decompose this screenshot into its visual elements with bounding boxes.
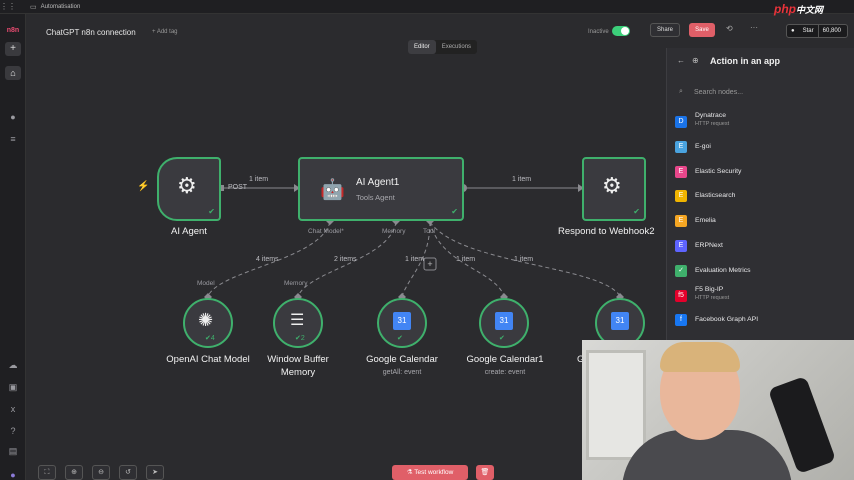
- webcam-overlay: [582, 340, 854, 480]
- app-name: Evaluation Metrics: [695, 266, 751, 274]
- success-check-icon: ✔: [499, 335, 505, 342]
- port-label-post: POST: [228, 184, 248, 191]
- zoom-in-button[interactable]: ⊕: [65, 465, 83, 480]
- success-check-icon: ✔: [451, 207, 458, 216]
- run-count-value: 2: [300, 335, 305, 342]
- app-icon: D: [675, 116, 687, 128]
- app-name: Dynatrace: [695, 112, 726, 119]
- watermark-logo: php中文网: [774, 2, 824, 16]
- app-icon: ✓: [675, 264, 687, 277]
- success-check-icon: ✔: [633, 207, 640, 216]
- app-icon: E: [675, 165, 687, 178]
- webhook-trigger-node[interactable]: ⚙ ✔: [157, 157, 221, 221]
- port-label-memory: Memory: [382, 228, 406, 235]
- run-count-value: 4: [210, 335, 215, 342]
- google-calendar-node[interactable]: 31 ✔: [377, 298, 427, 348]
- app-name: F5 Big-IP: [695, 285, 724, 293]
- app-name: Elasticsearch: [695, 192, 736, 200]
- edge-label: 1 item: [249, 176, 269, 183]
- app-icon: f5: [675, 289, 687, 302]
- app-icon: E: [675, 140, 687, 153]
- fit-view-button[interactable]: ⛶: [38, 465, 56, 480]
- edge-label: 1 item: [456, 256, 476, 263]
- database-icon: ☰: [290, 312, 305, 329]
- node-title-agent: AI Agent1: [356, 177, 400, 188]
- node-label-openai: OpenAI Chat Model: [166, 354, 250, 365]
- app-name: Emelia: [695, 217, 716, 225]
- app-icon: E: [675, 240, 687, 252]
- presenter-hair: [660, 342, 740, 372]
- app-name: Elastic Security: [695, 167, 742, 175]
- google-calendar-icon: 31: [495, 312, 513, 330]
- list-item[interactable]: E Elastic Security: [667, 160, 854, 184]
- svg-text:+: +: [427, 259, 432, 269]
- node-subtitle-gcal: getAll: event: [382, 369, 422, 376]
- port-label-tool: Tool: [423, 228, 435, 235]
- port-label-chat-model: Chat Model*: [308, 228, 344, 235]
- app-name: ERPNext: [695, 242, 723, 249]
- ai-agent-node[interactable]: 🤖 AI Agent1 Tools Agent ✔: [298, 157, 464, 221]
- app-description: HTTP request: [695, 294, 730, 301]
- node-label-gcal: Google Calendar: [366, 354, 438, 365]
- node-subtitle-gcal1: create: event: [484, 369, 526, 376]
- app-name: E-goi: [695, 142, 711, 150]
- app-description: HTTP request: [695, 121, 730, 127]
- app-name: Facebook Graph API: [695, 316, 759, 324]
- window-buffer-memory-node[interactable]: ☰ ✔2: [273, 298, 323, 348]
- list-item[interactable]: E Elasticsearch: [667, 184, 854, 208]
- app-icon: E: [675, 215, 687, 228]
- node-label-respond: Respond to Webhook2: [558, 226, 655, 237]
- trigger-bolt-icon: ⚡: [137, 181, 150, 192]
- reset-zoom-button[interactable]: ↺: [119, 465, 137, 480]
- google-calendar-icon: 31: [611, 312, 629, 330]
- search-input[interactable]: ⌕ Search nodes...: [675, 86, 847, 100]
- success-check-icon: ✔: [397, 335, 403, 342]
- edge-label: 1 item: [405, 256, 425, 263]
- list-item[interactable]: f5 F5 Big-IP HTTP request: [667, 284, 854, 308]
- app-icon: f: [675, 314, 687, 327]
- respond-webhook-node[interactable]: ⚙ ✔: [582, 157, 646, 221]
- app-icon: E: [675, 190, 687, 203]
- success-check-icon: ✔: [208, 207, 215, 216]
- node-label-gcal1: Google Calendar1: [466, 354, 544, 365]
- node-subtitle-agent: Tools Agent: [356, 193, 395, 202]
- list-item[interactable]: E Emelia: [667, 209, 854, 233]
- run-count: ✔2: [295, 335, 305, 342]
- search-icon: ⌕: [679, 88, 683, 95]
- background-window: [586, 350, 646, 460]
- list-item[interactable]: E ERPNext: [667, 234, 854, 258]
- list-item[interactable]: ✓ Evaluation Metrics: [667, 259, 854, 283]
- edge-label: 1 item: [512, 176, 532, 183]
- back-arrow-icon[interactable]: ←: [677, 56, 685, 65]
- google-calendar1-node[interactable]: 31 ✔: [479, 298, 529, 348]
- openai-icon: ✺: [198, 310, 214, 330]
- google-calendar-icon: 31: [393, 312, 411, 330]
- edge-label: 4 items: [256, 256, 279, 263]
- run-count: ✔4: [205, 335, 215, 342]
- zoom-out-button[interactable]: ⊖: [92, 465, 110, 480]
- node-label-trigger: AI Agent: [171, 226, 207, 237]
- select-tool-button[interactable]: ➤: [146, 465, 164, 480]
- search-placeholder: Search nodes...: [694, 89, 744, 96]
- globe-icon: ⊕: [692, 56, 699, 65]
- test-workflow-label: Test workflow: [414, 469, 454, 476]
- robot-icon: 🤖: [320, 179, 345, 201]
- list-item[interactable]: D Dynatrace HTTP request: [667, 110, 854, 134]
- delete-executions-button[interactable]: 🗑: [476, 465, 494, 480]
- edge-label: 1 item: [514, 256, 534, 263]
- panel-title: Action in an app: [710, 56, 781, 66]
- port-label-memory-sub: Memory: [284, 280, 308, 287]
- webhook-icon: ⚙: [177, 173, 197, 198]
- list-item[interactable]: f Facebook Graph API: [667, 308, 854, 332]
- openai-chat-model-node[interactable]: ✺ ✔4: [183, 298, 233, 348]
- test-workflow-button[interactable]: ⚗ Test workflow: [392, 465, 468, 480]
- port-label-model: Model: [197, 280, 215, 287]
- node-label-memory-2: Memory: [280, 367, 316, 378]
- node-label-memory: Window Buffer: [267, 354, 329, 365]
- list-item[interactable]: E E-goi: [667, 135, 854, 159]
- edge-label: 2 items: [334, 256, 357, 263]
- webhook-icon: ⚙: [602, 173, 622, 198]
